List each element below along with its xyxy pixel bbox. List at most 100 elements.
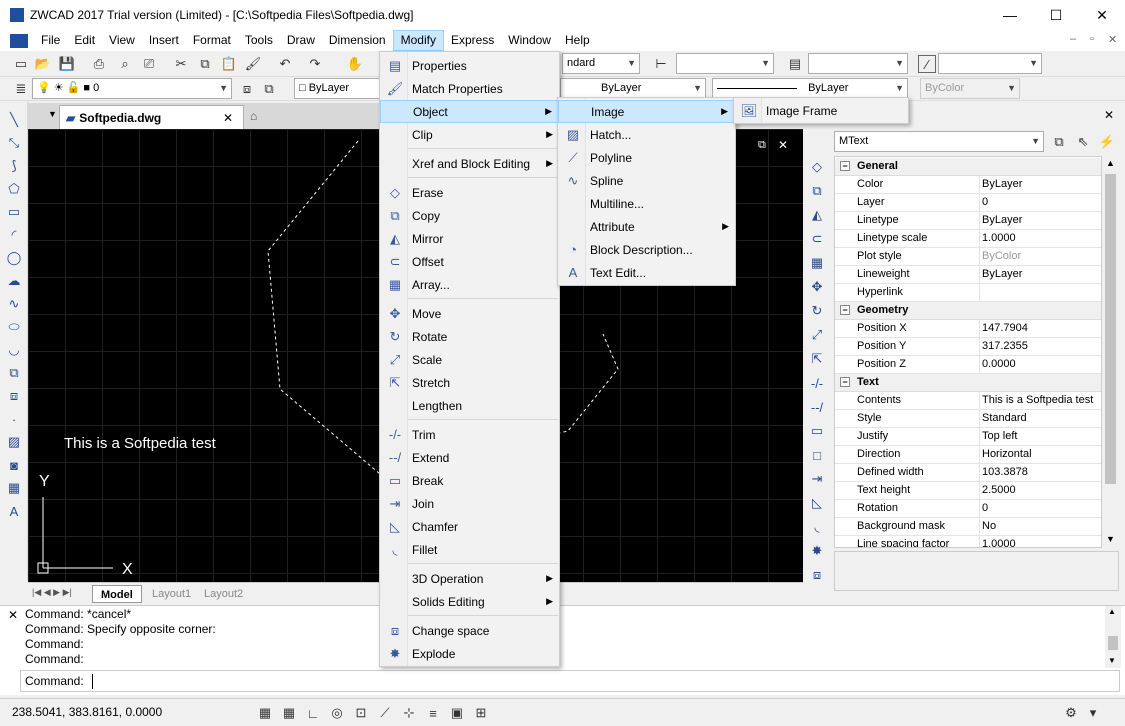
property-row[interactable]: Linetype ByLayer xyxy=(835,212,1101,230)
menu-item-3d-operation[interactable]: 3D Operation ▶ xyxy=(380,567,559,590)
menu-tools[interactable]: Tools xyxy=(238,30,280,51)
viewport-restore-icon[interactable]: ⧉ xyxy=(758,139,766,152)
minimize-button[interactable]: — xyxy=(987,0,1033,30)
property-row[interactable]: Plot style ByColor xyxy=(835,248,1101,266)
stretch-tb-icon[interactable]: ⇱ xyxy=(808,350,826,368)
revcloud-icon[interactable]: ☁ xyxy=(5,272,23,290)
customize-icon[interactable]: ▾ xyxy=(1084,704,1102,722)
doc-minimize-button[interactable]: – xyxy=(1070,33,1076,45)
property-row[interactable]: Position X 147.7904 xyxy=(835,320,1101,338)
line-icon[interactable]: ╲ xyxy=(5,111,23,129)
menu-dimension[interactable]: Dimension xyxy=(322,30,393,51)
menu-item-clip[interactable]: Clip ▶ xyxy=(380,123,559,146)
ellipse-arc-icon[interactable]: ◡ xyxy=(5,341,23,359)
menu-view[interactable]: View xyxy=(102,30,142,51)
property-value[interactable]: 317.2355 xyxy=(979,338,1028,356)
collapse-icon[interactable]: − xyxy=(840,161,850,171)
menu-item-move[interactable]: ✥ Move xyxy=(380,302,559,325)
draworder-tb-icon[interactable]: ⧈ xyxy=(808,566,826,584)
property-row[interactable]: Justify Top left xyxy=(835,428,1101,446)
gear-icon[interactable]: ⚙ xyxy=(1062,704,1080,722)
pan-icon[interactable]: ✋ xyxy=(346,55,364,73)
snap-icon[interactable]: ▦ xyxy=(256,704,274,722)
property-value[interactable]: 0 xyxy=(979,500,988,518)
menu-item-spline[interactable]: ∿ Spline xyxy=(558,169,735,192)
insert-block-icon[interactable]: ⧉ xyxy=(5,364,23,382)
menu-window[interactable]: Window xyxy=(501,30,558,51)
tab-close-icon[interactable]: ✕ xyxy=(223,111,233,125)
tab-layout1[interactable]: Layout1 xyxy=(144,585,199,603)
save-icon[interactable]: 💾 xyxy=(58,55,76,73)
layer-manager-icon[interactable]: ≣ xyxy=(12,80,30,98)
dim-style-icon[interactable]: ⊢ xyxy=(652,55,670,73)
open-icon[interactable]: 📂 xyxy=(34,55,52,73)
linetype-combo[interactable]: ByLayer ▼ xyxy=(560,78,706,99)
rectangle-icon[interactable]: ▭ xyxy=(5,203,23,221)
layer-previous-icon[interactable]: ⧉ xyxy=(260,80,278,98)
property-row[interactable]: Layer 0 xyxy=(835,194,1101,212)
menu-item-join[interactable]: ⇥ Join xyxy=(380,492,559,515)
menu-item-break[interactable]: ▭ Break xyxy=(380,469,559,492)
quick-select-icon[interactable]: ⚡ xyxy=(1098,133,1116,151)
category-text[interactable]: − Text xyxy=(835,374,1101,392)
menu-item-lengthen[interactable]: Lengthen xyxy=(380,394,559,417)
property-value[interactable]: ByColor xyxy=(979,248,1021,266)
polygon-icon[interactable]: ⬠ xyxy=(5,180,23,198)
menu-format[interactable]: Format xyxy=(186,30,238,51)
category-general[interactable]: − General xyxy=(835,158,1101,176)
menu-item-text-edit[interactable]: A Text Edit... xyxy=(558,261,735,284)
scroll-down-icon[interactable]: ▼ xyxy=(1106,534,1115,544)
property-value[interactable] xyxy=(979,284,982,302)
print-icon[interactable]: ⎙ xyxy=(90,55,108,73)
first-layout-icon[interactable]: |◀ ◀ ▶ ▶| xyxy=(32,587,72,598)
break-tb-icon[interactable]: ▭ xyxy=(808,422,826,440)
table-style-combo[interactable]: ▼ xyxy=(808,53,908,74)
region-icon[interactable]: ◙ xyxy=(5,456,23,474)
viewport-close-icon[interactable]: ✕ xyxy=(778,138,788,152)
ducs-icon[interactable]: ⊹ xyxy=(400,704,418,722)
scale-tb-icon[interactable]: ⤢ xyxy=(808,326,826,344)
offset-tb-icon[interactable]: ⊂ xyxy=(808,230,826,248)
osnap-icon[interactable]: ⊡ xyxy=(352,704,370,722)
color-combo[interactable]: □ ByLayer xyxy=(294,78,384,99)
erase-tb-icon[interactable]: ◇ xyxy=(808,158,826,176)
menu-item-explode[interactable]: ✸ Explode xyxy=(380,642,559,665)
quick-properties-icon[interactable]: ⊞ xyxy=(472,704,490,722)
text-style-combo[interactable]: ndard ▼ xyxy=(562,53,640,74)
make-block-icon[interactable]: ⧈ xyxy=(5,387,23,405)
preview-icon[interactable]: ⌕ xyxy=(116,55,134,73)
close-button[interactable]: ✕ xyxy=(1079,0,1125,30)
maximize-button[interactable]: ☐ xyxy=(1033,0,1079,30)
doc-close-button[interactable]: ✕ xyxy=(1108,33,1117,46)
tab-list-icon[interactable]: ▼ xyxy=(48,109,57,119)
match-brush-icon[interactable]: 🖌 xyxy=(244,55,262,73)
menu-file[interactable]: File xyxy=(34,30,67,51)
menu-item-chamfer[interactable]: ◺ Chamfer xyxy=(380,515,559,538)
mirror-tb-icon[interactable]: ◭ xyxy=(808,206,826,224)
scroll-down-icon[interactable]: ▼ xyxy=(1108,656,1116,665)
command-scrollbar[interactable]: ▲ ▼ xyxy=(1105,606,1121,668)
collapse-icon[interactable]: − xyxy=(840,305,850,315)
fillet-tb-icon[interactable]: ◟ xyxy=(808,518,826,536)
ortho-icon[interactable]: ∟ xyxy=(304,704,322,722)
menu-express[interactable]: Express xyxy=(444,30,501,51)
menu-item-offset[interactable]: ⊂ Offset xyxy=(380,250,559,273)
category-geometry[interactable]: − Geometry xyxy=(835,302,1101,320)
rotate-tb-icon[interactable]: ↻ xyxy=(808,302,826,320)
menu-item-fillet[interactable]: ◟ Fillet xyxy=(380,538,559,561)
menu-item-multiline[interactable]: Multiline... xyxy=(558,192,735,215)
command-input[interactable]: Command: xyxy=(20,670,1120,692)
dim-style-combo[interactable]: ▼ xyxy=(676,53,774,74)
canvas-mtext[interactable]: This is a Softpedia test xyxy=(64,435,216,452)
undo-icon[interactable]: ↶ xyxy=(276,55,294,73)
break-point-tb-icon[interactable]: □ xyxy=(808,446,826,464)
property-row[interactable]: Defined width 103.3878 xyxy=(835,464,1101,482)
menu-insert[interactable]: Insert xyxy=(142,30,186,51)
property-value[interactable]: ByLayer xyxy=(979,176,1022,194)
lineweight-combo[interactable]: ByLayer ▼ xyxy=(712,78,908,99)
collapse-icon[interactable]: − xyxy=(840,377,850,387)
menu-item-array[interactable]: ▦ Array... xyxy=(380,273,559,296)
menu-item-stretch[interactable]: ⇱ Stretch xyxy=(380,371,559,394)
command-close-icon[interactable]: ✕ xyxy=(8,608,18,622)
object-type-combo[interactable]: MText ▼ xyxy=(834,131,1044,152)
